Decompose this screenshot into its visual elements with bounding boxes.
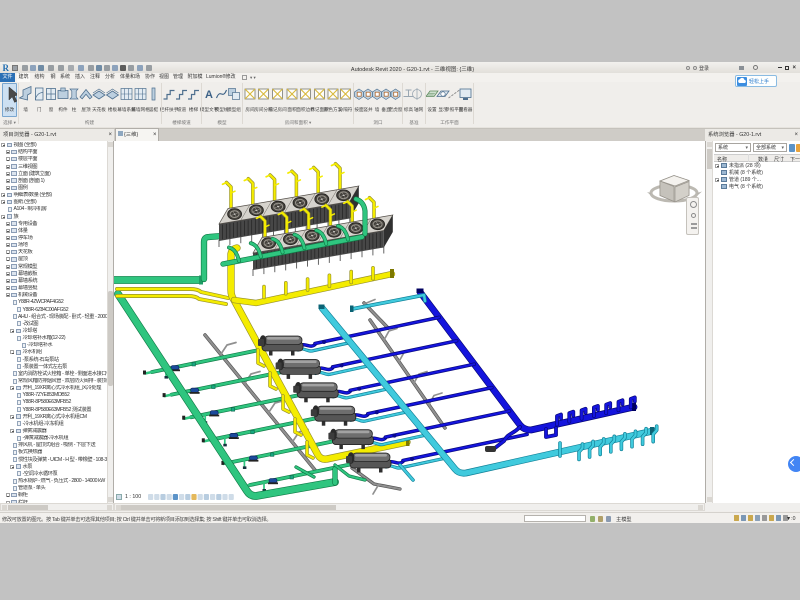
svg-text:A: A bbox=[205, 89, 213, 101]
